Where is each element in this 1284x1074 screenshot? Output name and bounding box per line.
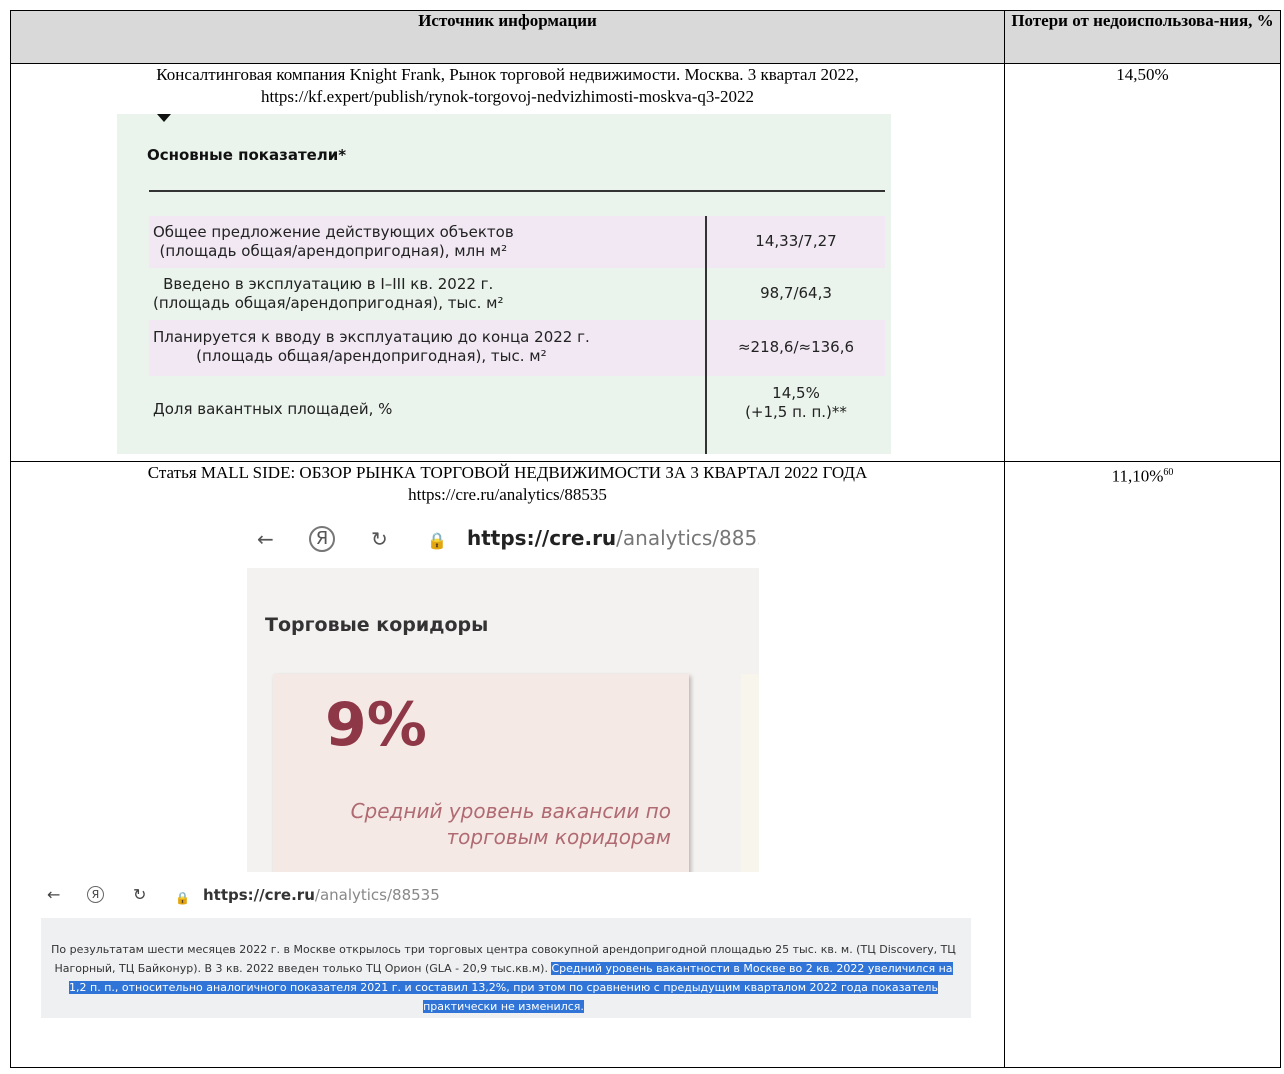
kf-row: Планируется к вводу в эксплуатацию до ко… [149, 320, 885, 376]
lock-icon: 🔒 [427, 531, 447, 550]
back-arrow-icon[interactable]: ← [47, 884, 60, 906]
kf-row-label: Введено в эксплуатацию в I–III кв. 2022 … [153, 275, 503, 313]
triangle-down-icon [157, 114, 171, 122]
footnote-ref[interactable]: 60 [1163, 467, 1173, 478]
kf-row-label-line: (площадь общая/арендопригодная), тыс. м² [196, 347, 547, 365]
value-cell: 14,50% [1004, 63, 1281, 462]
url-host: https://cre.ru [203, 886, 315, 904]
table-row: Статья MALL SIDE: ОБЗОР РЫНКА ТОРГОВОЙ Н… [10, 461, 1281, 1068]
yandex-icon[interactable]: Я [87, 886, 104, 903]
kf-row: Доля вакантных площадей, % 14,5% (+1,5 п… [149, 376, 885, 454]
cre-screenshot-2: ← Я ↻ 🔒 https://cre.ru/analytics/88535 П… [41, 878, 971, 1018]
url-text[interactable]: https://cre.ru/analytics/88535 [467, 527, 759, 549]
knight-frank-screenshot: Основные показатели* Общее предложение д… [117, 114, 891, 454]
stat-card: 9% Средний уровень вакансии по торговым … [273, 674, 689, 872]
stat-value: 9% [325, 690, 427, 760]
lock-icon: 🔒 [175, 891, 190, 905]
url-path: /analytics/88535 [616, 526, 759, 550]
divider [149, 190, 885, 192]
reload-icon[interactable]: ↻ [371, 528, 388, 550]
kf-row-value: 14,33/7,27 [755, 232, 837, 250]
kf-row: Введено в эксплуатацию в I–III кв. 2022 … [149, 268, 885, 320]
source-title: Статья MALL SIDE: ОБЗОР РЫНКА ТОРГОВОЙ Н… [147, 463, 868, 482]
source-link[interactable]: https://cre.ru/analytics/88535 [11, 484, 1004, 506]
kf-row-value: 98,7/64,3 [760, 284, 832, 302]
kf-row-value: ≈218,6/≈136,6 [737, 338, 855, 356]
back-arrow-icon[interactable]: ← [257, 528, 274, 550]
source-cell: Консалтинговая компания Knight Frank, Ры… [10, 63, 1005, 462]
source-link[interactable]: https://kf.expert/publish/rynok-torgovoj… [11, 86, 1004, 108]
table-row: Консалтинговая компания Knight Frank, Ры… [10, 63, 1281, 462]
url-text[interactable]: https://cre.ru/analytics/88535 [203, 884, 440, 906]
stat-caption-line: торговым коридорам [446, 825, 671, 849]
cre-screenshot-1: ← Я ↻ 🔒 https://cre.ru/analytics/88535 Т… [247, 510, 759, 872]
kf-row-value-line: (+1,5 п. п.)** [745, 403, 847, 421]
kf-row: Общее предложение действующих объектов (… [149, 216, 885, 268]
stat-card-next [741, 674, 759, 872]
source-title: Консалтинговая компания Knight Frank, Ры… [156, 65, 859, 84]
browser-address-bar: ← Я ↻ 🔒 https://cre.ru/analytics/88535 [247, 510, 759, 569]
column-divider [705, 216, 707, 454]
reload-icon[interactable]: ↻ [133, 884, 146, 906]
yandex-icon[interactable]: Я [309, 526, 335, 552]
url-host: https://cre.ru [467, 526, 617, 550]
kf-row-label-line: Общее предложение действующих объектов [153, 223, 514, 241]
article-paragraph: По результатам шести месяцев 2022 г. в М… [51, 940, 956, 1016]
kf-row-label-line: (площадь общая/арендопригодная), млн м² [159, 242, 508, 260]
table-header-row: Источник информации Потери от недоисполь… [10, 10, 1281, 64]
kf-row-label: Доля вакантных площадей, % [153, 400, 393, 418]
kf-row-value: 14,5% (+1,5 п. п.)** [707, 384, 885, 422]
source-cell: Статья MALL SIDE: ОБЗОР РЫНКА ТОРГОВОЙ Н… [10, 461, 1005, 1068]
kf-title: Основные показатели* [147, 146, 347, 164]
kf-row-label: Планируется к вводу в эксплуатацию до ко… [153, 328, 590, 366]
kf-row-value-line: 14,5% [772, 384, 820, 402]
sources-table: Источник информации Потери от недоисполь… [10, 10, 1281, 1068]
kf-row-label-line: Планируется к вводу в эксплуатацию до ко… [153, 328, 590, 346]
value-text: 11,10% [1111, 466, 1164, 486]
header-losses: Потери от недоиспользова-ния, % [1004, 10, 1281, 64]
header-source: Источник информации [10, 10, 1005, 64]
stat-caption-line: Средний уровень вакансии по [350, 799, 671, 823]
value-cell: 11,10%60 [1004, 461, 1281, 1068]
page-content: По результатам шести месяцев 2022 г. в М… [41, 918, 971, 1018]
kf-row-label-line: (площадь общая/арендопригодная), тыс. м² [153, 294, 504, 312]
kf-row-label: Общее предложение действующих объектов (… [153, 223, 514, 261]
page-content: Торговые коридоры 9% Средний уровень вак… [247, 568, 759, 872]
kf-row-label-line: Введено в эксплуатацию в I–III кв. 2022 … [163, 275, 494, 293]
stat-caption: Средний уровень вакансии по торговым кор… [351, 798, 671, 850]
section-heading: Торговые коридоры [265, 614, 489, 636]
url-path: /analytics/88535 [314, 886, 440, 904]
